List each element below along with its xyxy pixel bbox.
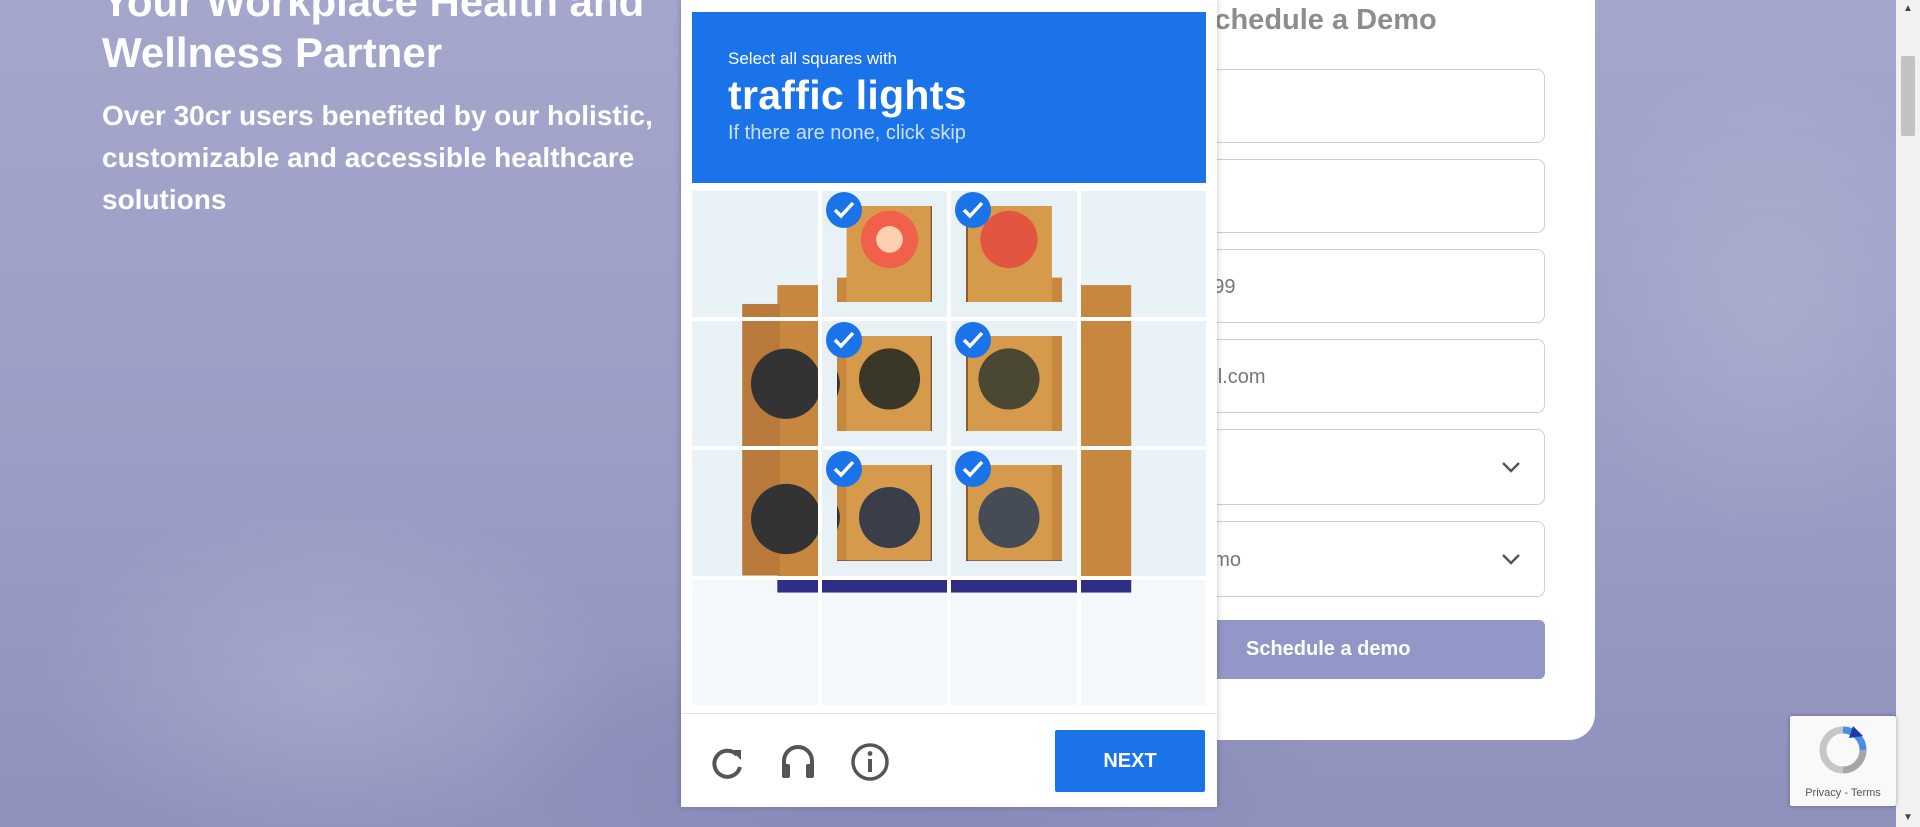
tile-image xyxy=(951,579,1077,705)
scroll-up-arrow[interactable]: ▲ xyxy=(1896,0,1920,18)
captcha-tile[interactable] xyxy=(1080,320,1206,446)
checkmark-icon xyxy=(825,321,862,358)
tile-image xyxy=(1080,191,1206,317)
tile-image xyxy=(692,191,818,317)
captcha-footer: NEXT xyxy=(681,713,1217,807)
captcha-tile[interactable] xyxy=(821,579,947,705)
demo-type-select[interactable]: demo xyxy=(1160,521,1545,597)
captcha-tile[interactable] xyxy=(692,320,818,446)
headphones-icon[interactable] xyxy=(778,742,818,782)
info-icon[interactable] xyxy=(850,742,890,782)
checkmark-icon xyxy=(955,321,991,358)
links-separator: - xyxy=(1844,787,1848,799)
captcha-tile[interactable] xyxy=(1080,450,1206,576)
captcha-tile[interactable] xyxy=(821,191,947,317)
schedule-demo-button[interactable]: Schedule a demo xyxy=(1160,620,1545,679)
tile-image xyxy=(1080,579,1206,705)
reload-icon[interactable] xyxy=(707,742,747,782)
captcha-tile[interactable] xyxy=(951,579,1077,705)
recaptcha-logo-icon xyxy=(1819,726,1867,774)
privacy-link[interactable]: Privacy xyxy=(1805,787,1841,799)
recaptcha-badge[interactable]: Privacy - Terms xyxy=(1790,716,1896,806)
captcha-tile[interactable] xyxy=(951,320,1077,446)
tile-image xyxy=(692,579,818,705)
page-scrollbar[interactable]: ▲ ▼ xyxy=(1896,0,1920,827)
captcha-image-grid xyxy=(692,191,1206,705)
checkmark-icon xyxy=(955,192,991,228)
tile-image xyxy=(692,450,818,576)
captcha-tile[interactable] xyxy=(692,450,818,576)
name-field[interactable]: n xyxy=(1160,69,1545,143)
captcha-challenge: Select all squares with traffic lights I… xyxy=(681,0,1217,807)
recaptcha-links: Privacy - Terms xyxy=(1790,787,1896,799)
terms-link[interactable]: Terms xyxy=(1851,787,1881,799)
scroll-down-arrow[interactable]: ▼ xyxy=(1896,809,1920,827)
tile-image xyxy=(692,320,818,446)
captcha-tile[interactable] xyxy=(951,450,1077,576)
phone-field[interactable]: 9999 xyxy=(1160,249,1545,323)
captcha-tile[interactable] xyxy=(1080,579,1206,705)
instruction-target: traffic lights xyxy=(728,72,967,118)
checkmark-icon xyxy=(825,451,862,487)
checkmark-icon xyxy=(825,192,862,228)
checkmark-icon xyxy=(955,451,991,487)
captcha-tile[interactable] xyxy=(692,579,818,705)
tile-image xyxy=(1080,450,1206,576)
scroll-thumb[interactable] xyxy=(1901,56,1915,136)
company-field[interactable]: t xyxy=(1160,159,1545,233)
tile-image xyxy=(1080,320,1206,446)
chevron-down-icon xyxy=(1502,462,1520,473)
captcha-tile[interactable] xyxy=(692,191,818,317)
captcha-tile[interactable] xyxy=(951,191,1077,317)
instruction-text: Select all squares with xyxy=(728,49,898,68)
email-field[interactable]: nail.com xyxy=(1160,339,1545,413)
form-heading: Schedule a Demo xyxy=(1195,4,1437,36)
captcha-instructions: Select all squares with traffic lights I… xyxy=(692,12,1206,183)
captcha-tile[interactable] xyxy=(821,450,947,576)
hero-subtitle: Over 30cr users benefited by our holisti… xyxy=(102,100,653,215)
instruction-hint: If there are none, click skip xyxy=(728,122,966,144)
chevron-down-icon xyxy=(1502,554,1520,565)
captcha-tile[interactable] xyxy=(821,320,947,446)
tile-image xyxy=(821,579,947,705)
next-button[interactable]: NEXT xyxy=(1055,730,1205,792)
company-size-select[interactable]: 0 xyxy=(1160,429,1545,505)
captcha-tile[interactable] xyxy=(1080,191,1206,317)
